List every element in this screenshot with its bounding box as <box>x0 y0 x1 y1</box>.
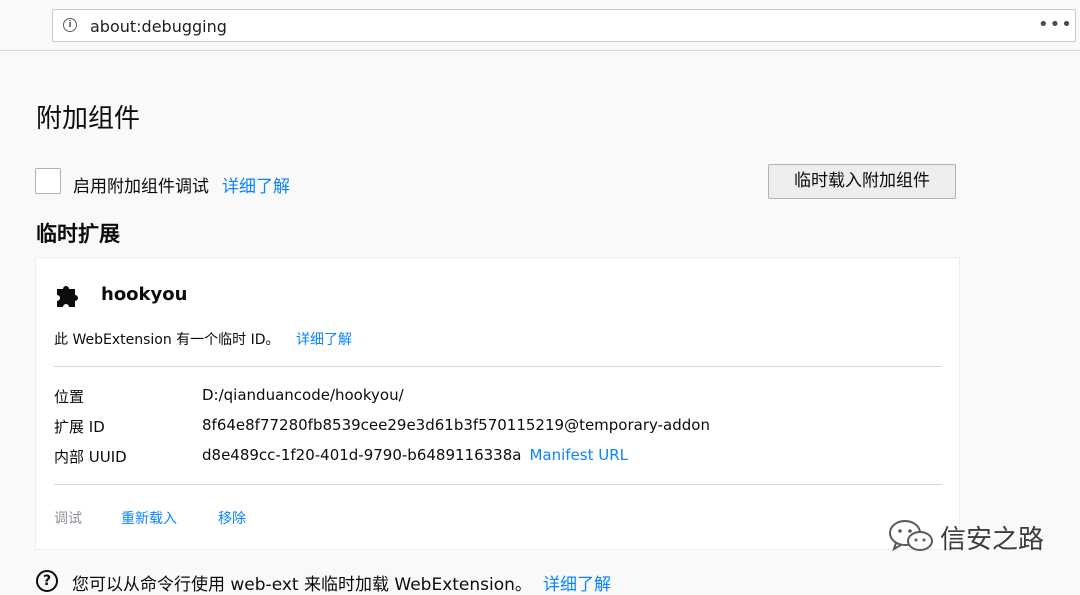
page-actions-icon[interactable]: ••• <box>1038 14 1073 35</box>
wechat-icon <box>889 520 933 552</box>
page-title: 附加组件 <box>36 104 141 134</box>
info-icon[interactable]: i <box>63 18 77 32</box>
puzzle-piece-icon <box>57 286 78 307</box>
extension-name: hookyou <box>101 284 188 305</box>
debugging-learn-more-link[interactable]: 详细了解 <box>222 172 290 197</box>
location-label: 位置 <box>54 388 85 406</box>
extension-id-value: 8f64e8f77280fb8539cee29e3d61b3f570115219… <box>202 416 710 434</box>
manifest-url-link[interactable]: Manifest URL <box>529 446 628 464</box>
web-ext-learn-more-link[interactable]: 详细了解 <box>543 570 611 595</box>
temporary-id-learn-more-link[interactable]: 详细了解 <box>296 329 352 349</box>
extension-id-row: 扩展 ID 8f64e8f77280fb8539cee29e3d61b3f570… <box>54 416 942 436</box>
divider <box>54 366 942 367</box>
url-bar[interactable]: i about:debugging ••• <box>52 9 1076 42</box>
enable-addon-debugging-checkbox[interactable] <box>35 168 61 194</box>
enable-addon-debugging-label[interactable]: 启用附加组件调试 <box>73 172 209 197</box>
help-icon: ? <box>36 570 58 592</box>
debug-button: 调试 <box>54 511 82 527</box>
remove-button[interactable]: 移除 <box>218 508 246 528</box>
internal-uuid-label: 内部 UUID <box>54 448 127 466</box>
internal-uuid-value-wrap: d8e489cc-1f20-401d-9790-b6489116338a Mani… <box>202 446 628 464</box>
internal-uuid-value: d8e489cc-1f20-401d-9790-b6489116338a <box>202 446 522 464</box>
divider <box>54 484 942 485</box>
temporary-extensions-heading: 临时扩展 <box>36 222 120 246</box>
url-text[interactable]: about:debugging <box>90 17 227 36</box>
extension-id-label: 扩展 ID <box>54 418 105 436</box>
extension-card: hookyou 此 WebExtension 有一个临时 ID。 详细了解 位置… <box>35 257 960 550</box>
internal-uuid-row: 内部 UUID d8e489cc-1f20-401d-9790-b6489116… <box>54 446 942 466</box>
load-temporary-addon-button[interactable]: 临时载入附加组件 <box>768 164 956 199</box>
reload-button[interactable]: 重新载入 <box>121 508 177 528</box>
web-ext-help-text: 您可以从命令行使用 web-ext 来临时加载 WebExtension。 <box>72 575 532 595</box>
watermark-text: 信安之路 <box>940 525 1045 555</box>
browser-toolbar: i about:debugging ••• <box>0 0 1080 51</box>
location-row: 位置 D:/qianduancode/hookyou/ <box>54 386 942 406</box>
temporary-id-note: 此 WebExtension 有一个临时 ID。 <box>54 332 280 348</box>
location-value: D:/qianduancode/hookyou/ <box>202 386 404 404</box>
